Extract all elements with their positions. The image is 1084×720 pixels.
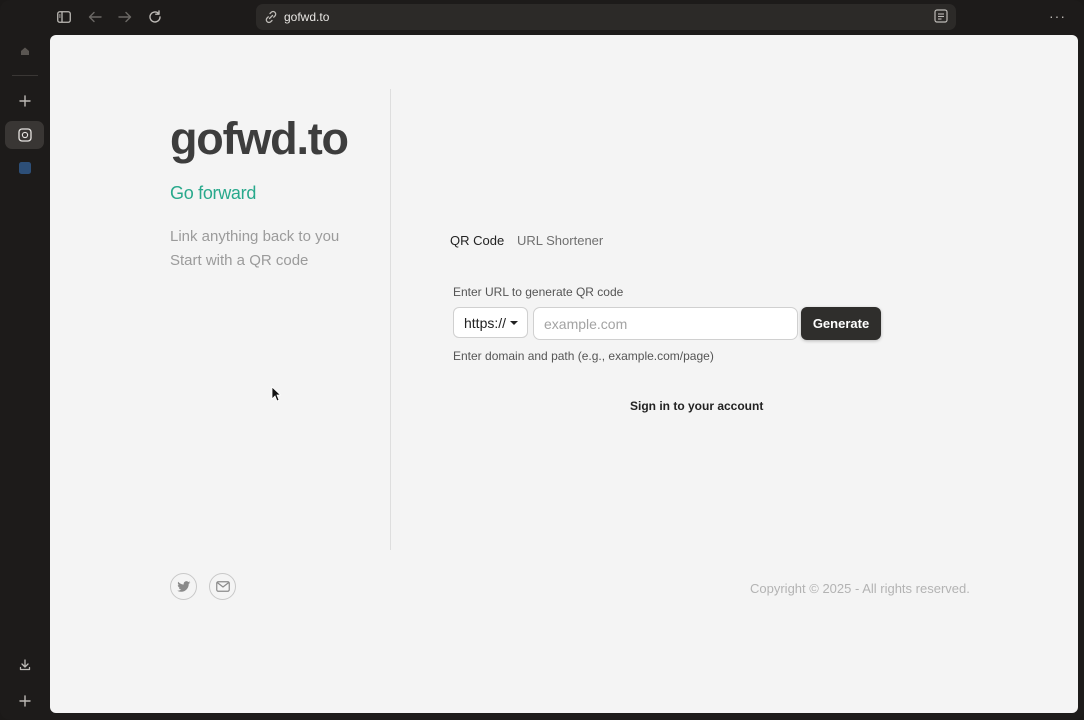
tagline: Go forward	[170, 183, 257, 203]
more-icon[interactable]: ···	[1049, 8, 1066, 24]
protocol-select[interactable]: https://	[453, 307, 528, 338]
mail-icon[interactable]	[209, 573, 236, 600]
site-logo-text[interactable]: gofwd.to	[170, 113, 349, 165]
twitter-icon[interactable]	[170, 573, 197, 600]
plus-icon[interactable]	[5, 87, 44, 115]
browser-toolbar: gofwd.to ···	[0, 0, 1084, 35]
vertical-divider	[390, 89, 391, 550]
extension-icon[interactable]	[934, 9, 950, 25]
generate-button[interactable]: Generate	[801, 307, 881, 340]
back-arrow-icon[interactable]	[86, 8, 104, 26]
protocol-value: https://	[464, 314, 507, 331]
sidebar-toggle-icon[interactable]	[55, 8, 73, 26]
browser-window: gofwd.to ··· gofwd.to Go forward Link an…	[0, 0, 1084, 720]
web-page: gofwd.to Go forward Link anything back t…	[50, 35, 1078, 713]
description-line-1: Link anything back to you	[170, 228, 340, 245]
home-icon[interactable]	[5, 37, 44, 65]
url-input[interactable]	[533, 307, 798, 340]
chevron-down-icon	[510, 320, 519, 325]
square-icon[interactable]	[5, 154, 44, 182]
reload-icon[interactable]	[146, 8, 164, 26]
mouse-cursor-icon	[271, 386, 282, 407]
forward-arrow-icon[interactable]	[116, 8, 134, 26]
url-field-label: Enter URL to generate QR code	[453, 285, 624, 299]
plus-icon[interactable]	[5, 687, 44, 715]
browser-sidebar	[0, 35, 50, 720]
copyright-text: Copyright © 2025 - All rights reserved.	[750, 581, 970, 596]
description-line-2: Start with a QR code	[170, 252, 309, 269]
url-helper-text: Enter domain and path (e.g., example.com…	[453, 349, 714, 363]
tab-qr-code[interactable]: QR Code	[450, 233, 504, 248]
url-text: gofwd.to	[284, 10, 330, 24]
address-bar[interactable]: gofwd.to	[256, 4, 956, 30]
download-icon[interactable]	[5, 651, 44, 679]
sidebar-divider	[12, 75, 38, 76]
space-icon[interactable]	[5, 121, 44, 149]
sign-in-link[interactable]: Sign in to your account	[630, 399, 763, 413]
tab-url-shortener[interactable]: URL Shortener	[517, 233, 603, 248]
link-icon	[263, 9, 279, 25]
